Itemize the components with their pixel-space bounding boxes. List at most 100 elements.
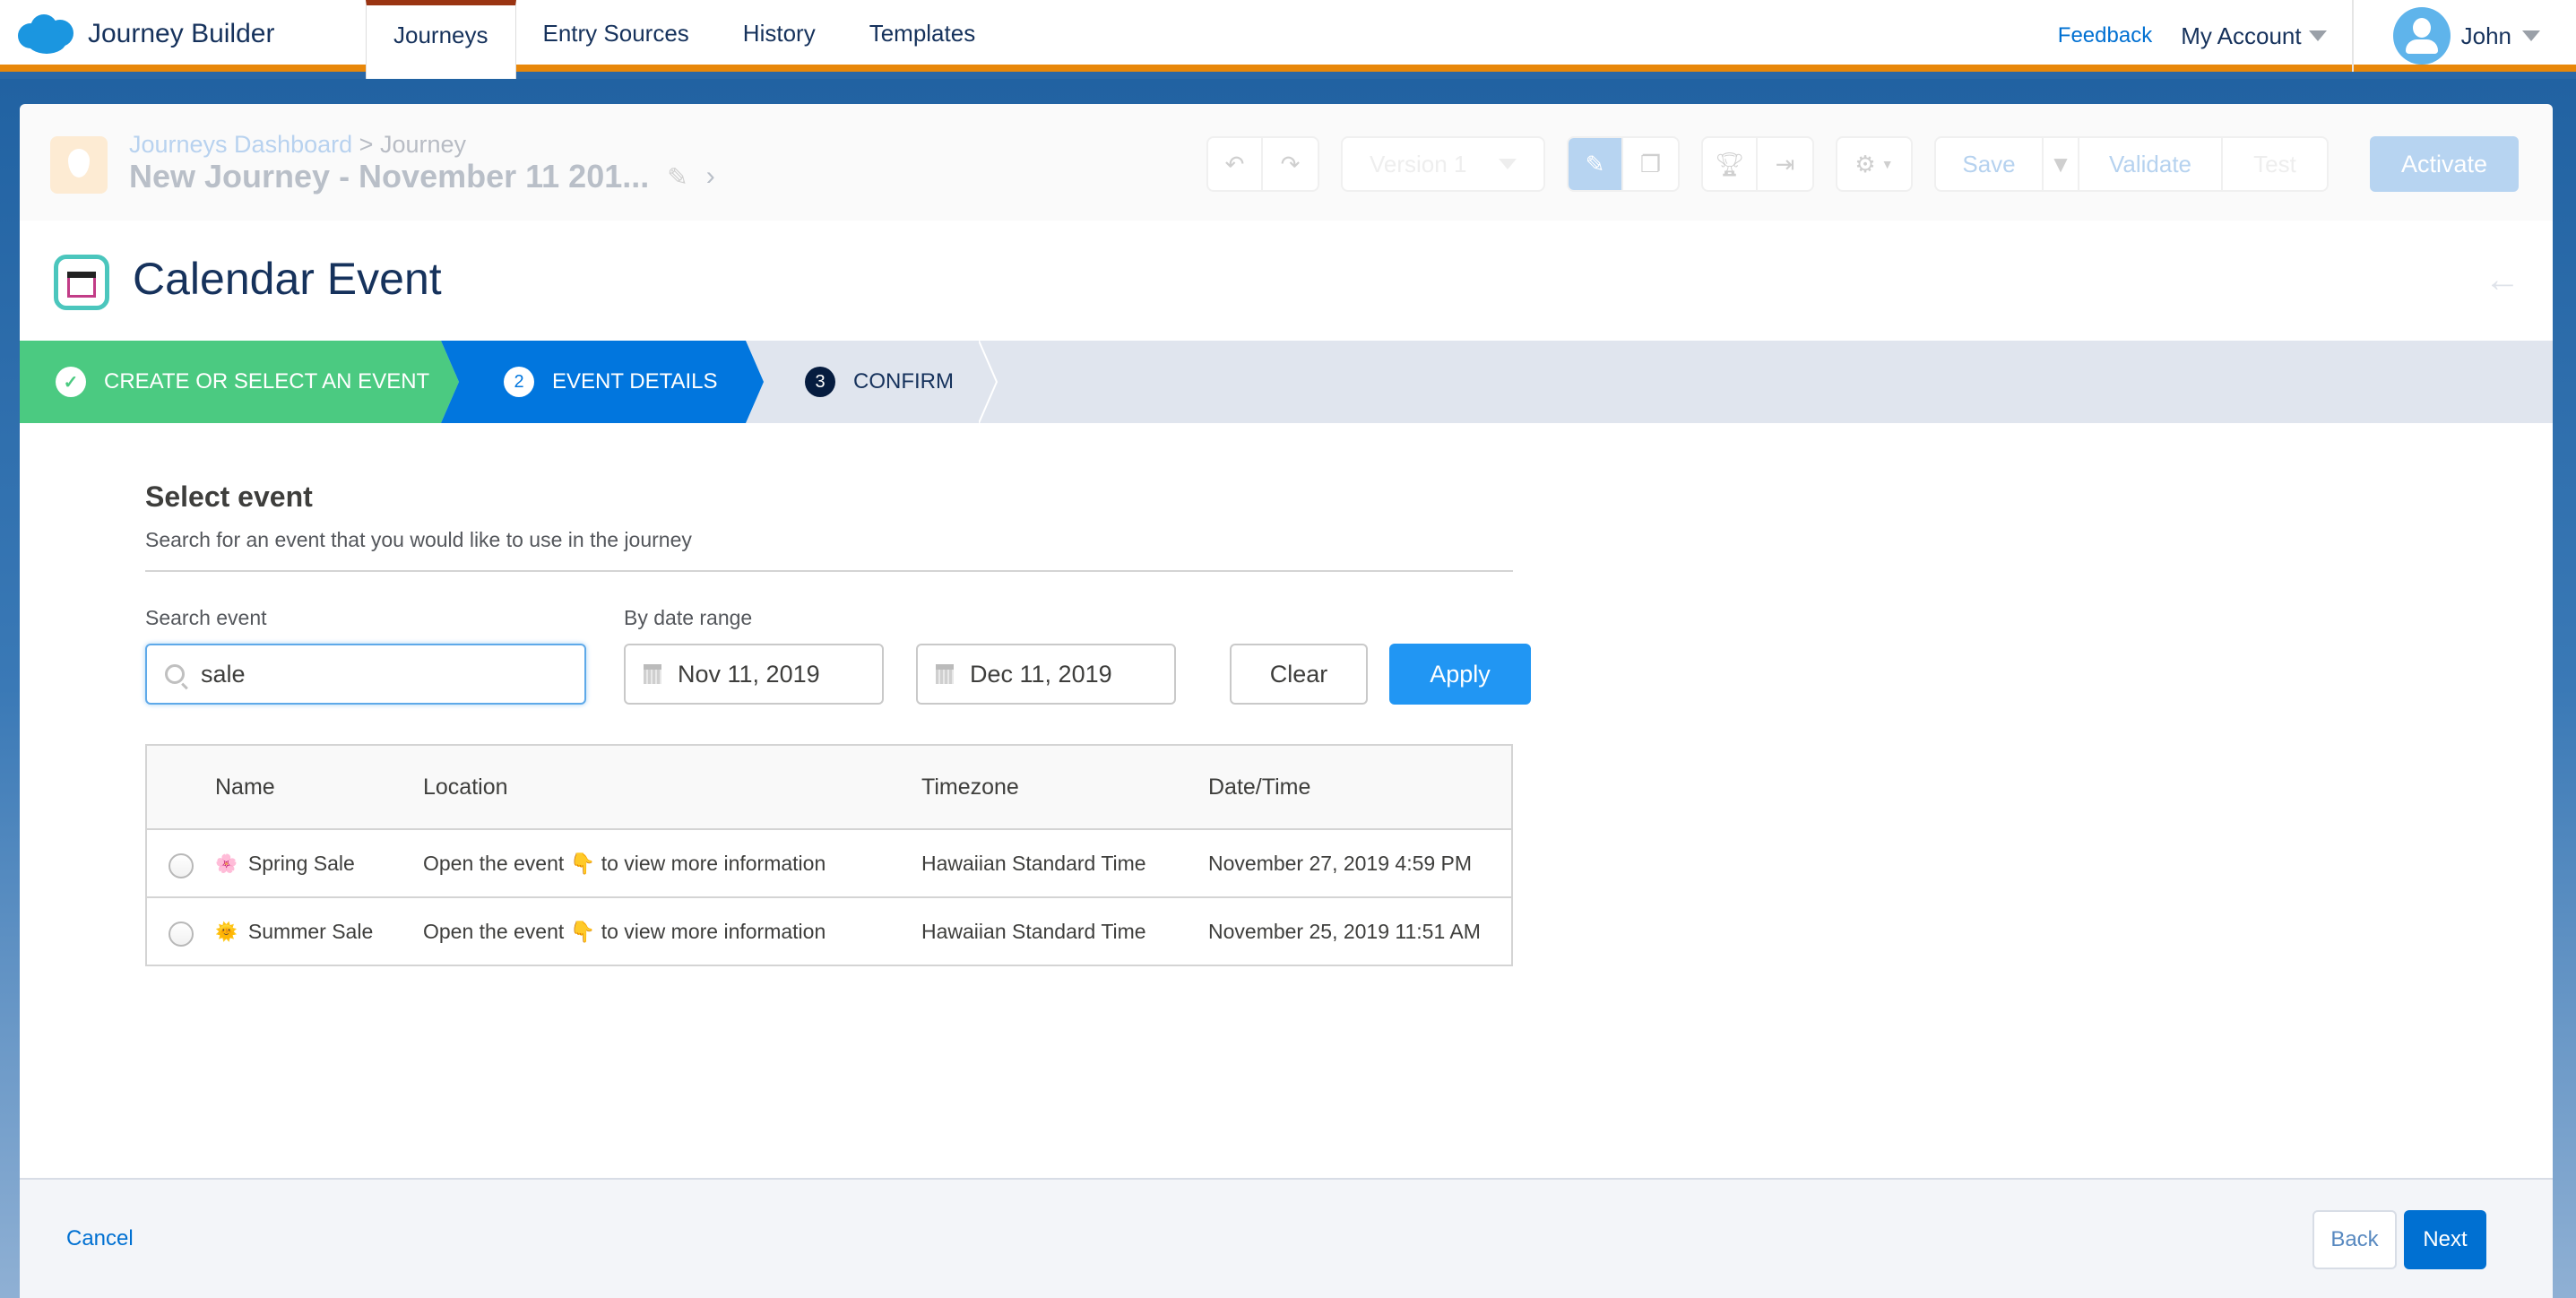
events-table: Name Location Timezone Date/Time 🌸 Sprin… (145, 744, 1513, 966)
event-location: Open the event 👇 to view more informatio… (423, 919, 826, 943)
event-location: Open the event 👇 to view more informatio… (423, 851, 826, 875)
copy-icon[interactable]: ❐ (1623, 138, 1678, 190)
back-arrow-icon[interactable]: ← (2485, 260, 2520, 300)
activate-button[interactable]: Activate (2370, 136, 2519, 192)
section-title: Select event (145, 480, 313, 513)
my-account-label: My Account (2181, 22, 2302, 49)
modal-title: Calendar Event (133, 254, 442, 304)
modal-footer: Cancel Back Next (20, 1178, 2553, 1298)
flower-icon: 🌸 (215, 853, 238, 874)
next-button[interactable]: Next (2404, 1210, 2486, 1269)
nav-tab-history[interactable]: History (716, 0, 843, 72)
journey-pin-icon (50, 136, 108, 194)
end-date-value: Dec 11, 2019 (970, 660, 1112, 688)
cancel-link[interactable]: Cancel (66, 1226, 134, 1251)
search-value: sale (201, 660, 246, 688)
column-header-datetime[interactable]: Date/Time (1208, 774, 1511, 800)
calendar-icon (644, 664, 661, 684)
select-event-section: Select event Search for an event that yo… (145, 480, 1531, 966)
chevron-down-icon (2522, 30, 2540, 41)
sun-icon: 🌞 (215, 922, 238, 942)
start-date-value: Nov 11, 2019 (678, 660, 820, 688)
undo-icon[interactable]: ↶ (1208, 138, 1264, 190)
chevron-down-icon (1499, 159, 1517, 169)
back-button[interactable]: Back (2312, 1210, 2397, 1269)
row-radio[interactable] (169, 922, 194, 947)
calendar-icon (54, 255, 109, 310)
apply-button[interactable]: Apply (1389, 644, 1531, 705)
nav-tab-entry-sources[interactable]: Entry Sources (516, 0, 716, 72)
nav-right: Feedback My Account John (2058, 0, 2576, 72)
filters: Search event sale By date range Nov 11, … (145, 606, 1531, 705)
step-label: Create or Select an Event (104, 369, 430, 394)
step-divider (979, 341, 998, 423)
event-name: Spring Sale (247, 851, 355, 875)
calendar-event-modal: Calendar Event ← ✓ Create or Select an E… (20, 221, 2553, 1298)
event-timezone: Hawaiian Standard Time (921, 919, 1146, 943)
step-number: 2 (504, 367, 534, 397)
test-button[interactable]: Test (2223, 138, 2327, 190)
stepper: ✓ Create or Select an Event 2 Event Deta… (20, 341, 2553, 423)
end-date-input[interactable]: Dec 11, 2019 (916, 644, 1176, 705)
breadcrumb-dashboard-link[interactable]: Journeys Dashboard (129, 131, 352, 158)
clear-button[interactable]: Clear (1230, 644, 1368, 705)
calendar-icon (936, 664, 954, 684)
column-header-location[interactable]: Location (423, 774, 921, 800)
validate-button[interactable]: Validate (2079, 138, 2223, 190)
breadcrumb: Journeys Dashboard > Journey (129, 131, 466, 159)
save-dropdown-chevron-icon[interactable]: ▼ (2044, 138, 2079, 190)
search-icon (165, 664, 185, 684)
section-divider (145, 570, 1513, 572)
start-date-input[interactable]: Nov 11, 2019 (624, 644, 884, 705)
step-label: Event Details (552, 369, 718, 394)
trophy-icon[interactable]: 🏆︎ (1703, 138, 1759, 190)
column-header-timezone[interactable]: Timezone (921, 774, 1208, 800)
chevron-down-icon (2308, 30, 2327, 41)
search-event-input[interactable]: sale (145, 644, 586, 705)
event-datetime: November 25, 2019 11:51 AM (1208, 919, 1481, 943)
table-row[interactable]: 🌸 Spring Sale Open the event 👇 to view m… (147, 828, 1511, 896)
gear-icon: ⚙ (1854, 150, 1876, 177)
nav-tab-journeys[interactable]: Journeys (366, 0, 516, 79)
user-name: John (2460, 22, 2511, 49)
user-menu[interactable]: John (2351, 0, 2576, 72)
settings-menu[interactable]: ⚙ ▼ (1836, 136, 1913, 192)
journey-title: New Journey - November 11 201... (129, 158, 650, 195)
edit-mode-pencil-icon[interactable]: ✎ (1569, 138, 1624, 190)
mode-toggle-group: ✎ ❐ (1567, 136, 1680, 192)
chevron-right-icon[interactable]: › (706, 161, 715, 192)
column-header-name[interactable]: Name (215, 774, 423, 800)
check-icon: ✓ (56, 367, 86, 397)
step-create-or-select[interactable]: ✓ Create or Select an Event (20, 341, 459, 423)
redo-icon[interactable]: ↷ (1263, 138, 1318, 190)
avatar-icon (2392, 7, 2451, 65)
breadcrumb-current: Journey (379, 131, 467, 158)
save-validate-group: Save ▼ Validate Test (1934, 136, 2329, 192)
brand[interactable]: Journey Builder (18, 14, 274, 54)
nav-tabs: Journeys Entry Sources History Templates (366, 0, 1002, 79)
my-account-menu[interactable]: My Account (2181, 22, 2327, 50)
salesforce-cloud-icon (18, 14, 75, 54)
search-event-label: Search event (145, 606, 267, 629)
version-select[interactable]: Version 1 (1341, 136, 1545, 192)
journey-header: Journeys Dashboard > Journey New Journey… (20, 104, 2553, 221)
feedback-link[interactable]: Feedback (2058, 23, 2152, 48)
event-datetime: November 27, 2019 4:59 PM (1208, 851, 1473, 875)
exit-icon[interactable]: ⇥ (1758, 138, 1812, 190)
edit-pencil-icon[interactable]: ✎ (667, 162, 687, 192)
nav-tab-templates[interactable]: Templates (843, 0, 1003, 72)
event-timezone: Hawaiian Standard Time (921, 851, 1146, 875)
row-radio[interactable] (169, 853, 194, 878)
version-label: Version 1 (1370, 150, 1467, 177)
table-header: Name Location Timezone Date/Time (147, 746, 1511, 828)
table-row[interactable]: 🌞 Summer Sale Open the event 👇 to view m… (147, 896, 1511, 965)
undo-redo-group: ↶ ↷ (1206, 136, 1319, 192)
breadcrumb-separator: > (359, 131, 374, 158)
step-number: 3 (805, 367, 835, 397)
app-title: Journey Builder (88, 19, 275, 48)
modal-header: Calendar Event ← (20, 221, 2553, 341)
step-confirm[interactable]: 3 Confirm (746, 341, 997, 423)
step-event-details[interactable]: 2 Event Details (441, 341, 764, 423)
save-button[interactable]: Save (1936, 138, 2044, 190)
date-range-label: By date range (624, 606, 753, 629)
